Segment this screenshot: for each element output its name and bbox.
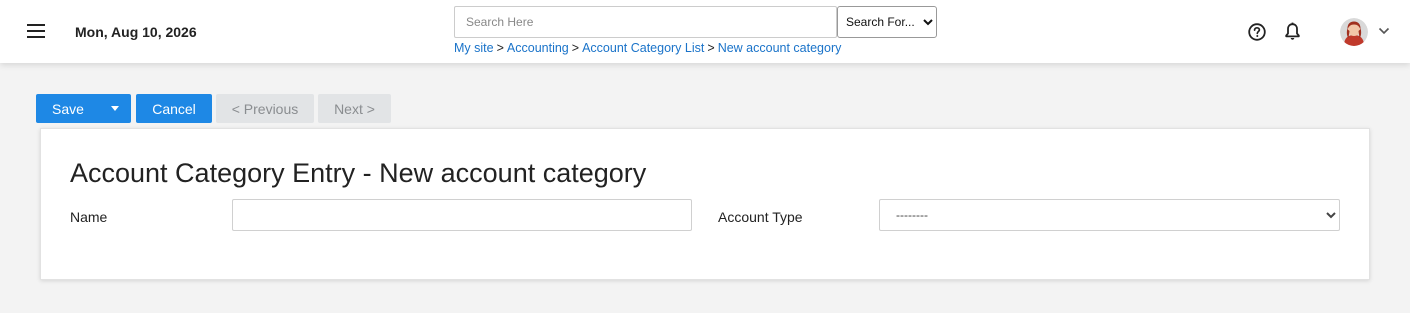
help-circle-icon[interactable] [1248, 23, 1266, 41]
current-date: Mon, Aug 10, 2026 [75, 24, 197, 40]
breadcrumb-separator: > [496, 41, 504, 55]
top-navigation-bar: Mon, Aug 10, 2026 Search For... My site>… [0, 0, 1410, 63]
breadcrumb: My site > Accounting > Account Category List… [454, 41, 841, 55]
breadcrumb-separator: > [707, 41, 715, 55]
search-input[interactable] [454, 6, 837, 38]
breadcrumb-account-category-list[interactable]: Account Category List [582, 41, 704, 55]
avatar[interactable] [1340, 18, 1368, 46]
account-type-select[interactable]: -------- [879, 199, 1340, 231]
save-options-dropdown-button[interactable] [98, 94, 131, 123]
save-button[interactable]: Save [36, 94, 98, 123]
page-title: Account Category Entry - New account cat… [70, 158, 647, 188]
search-scope-select[interactable]: Search For... [837, 6, 937, 38]
breadcrumb-accounting[interactable]: Accounting [507, 41, 569, 55]
next-button[interactable]: Next > [318, 94, 391, 123]
cancel-button[interactable]: Cancel [136, 94, 212, 123]
bell-icon[interactable] [1284, 22, 1301, 41]
account-category-form-card: Account Category Entry - New account cat… [40, 128, 1370, 280]
previous-button[interactable]: < Previous [216, 94, 314, 123]
account-type-label: Account Type [718, 209, 803, 225]
breadcrumb-new-account-category[interactable]: New account category [718, 41, 842, 55]
breadcrumb-separator: > [571, 41, 580, 55]
breadcrumb-my-site[interactable]: My site [454, 41, 494, 55]
name-label: Name [70, 209, 108, 225]
chevron-down-icon[interactable] [1378, 26, 1390, 36]
name-field[interactable] [232, 199, 692, 231]
hamburger-menu-icon[interactable] [27, 24, 45, 38]
caret-down-icon [110, 106, 119, 111]
